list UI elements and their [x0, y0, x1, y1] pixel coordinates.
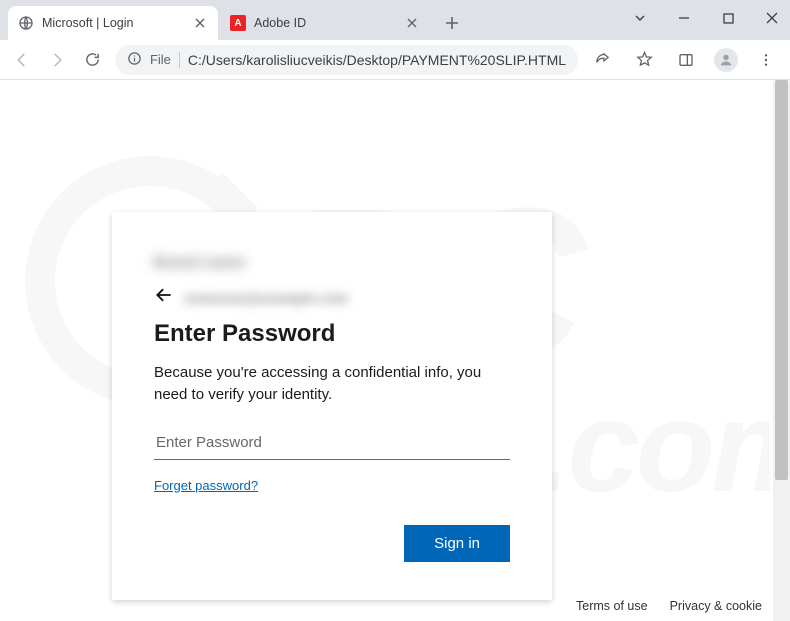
close-icon[interactable]: [404, 15, 420, 31]
new-tab-button[interactable]: [438, 9, 466, 37]
scrollbar-thumb[interactable]: [775, 80, 788, 480]
brand-logo-redacted: Brand name: [154, 254, 510, 271]
maximize-icon[interactable]: [716, 11, 740, 29]
scheme-label: File: [150, 52, 171, 67]
bookmark-icon[interactable]: [630, 46, 658, 74]
close-icon[interactable]: [192, 15, 208, 31]
page-description: Because you're accessing a confidential …: [154, 362, 510, 406]
viewport: Brand name someone@example.com Enter Pas…: [0, 80, 790, 621]
scrollbar[interactable]: [773, 80, 790, 621]
page-title: Enter Password: [154, 320, 510, 348]
share-icon[interactable]: [588, 46, 616, 74]
signin-button[interactable]: Sign in: [404, 525, 510, 562]
info-icon[interactable]: [127, 51, 142, 69]
menu-icon[interactable]: [752, 46, 780, 74]
tab-title: Microsoft | Login: [42, 16, 184, 30]
tab-active[interactable]: Microsoft | Login: [8, 6, 218, 40]
reload-button[interactable]: [80, 46, 105, 74]
url-text: C:/Users/karolisliucveikis/Desktop/PAYME…: [188, 52, 566, 68]
tab-strip: Microsoft | Login A Adobe ID: [0, 0, 790, 40]
chevron-down-icon[interactable]: [628, 11, 652, 30]
privacy-link[interactable]: Privacy & cookie: [670, 599, 762, 613]
window-close-icon[interactable]: [760, 11, 784, 29]
footer-links: Terms of use Privacy & cookie: [576, 599, 762, 613]
globe-icon: [18, 15, 34, 31]
login-card: Brand name someone@example.com Enter Pas…: [112, 212, 552, 600]
profile-icon[interactable]: [714, 48, 738, 72]
forgot-password-link[interactable]: Forget password?: [154, 478, 258, 493]
tab-inactive[interactable]: A Adobe ID: [220, 6, 430, 40]
tab-title: Adobe ID: [254, 16, 396, 30]
adobe-icon: A: [230, 15, 246, 31]
side-panel-icon[interactable]: [672, 46, 700, 74]
terms-link[interactable]: Terms of use: [576, 599, 648, 613]
forward-button[interactable]: [45, 46, 70, 74]
window-controls: [628, 0, 784, 40]
account-email-redacted: someone@example.com: [184, 290, 348, 306]
address-bar[interactable]: File C:/Users/karolisliucveikis/Desktop/…: [115, 45, 578, 75]
back-arrow-icon[interactable]: [154, 285, 174, 310]
back-button[interactable]: [10, 46, 35, 74]
password-input[interactable]: [154, 426, 510, 460]
toolbar: File C:/Users/karolisliucveikis/Desktop/…: [0, 40, 790, 80]
divider: [179, 52, 180, 68]
minimize-icon[interactable]: [672, 11, 696, 29]
